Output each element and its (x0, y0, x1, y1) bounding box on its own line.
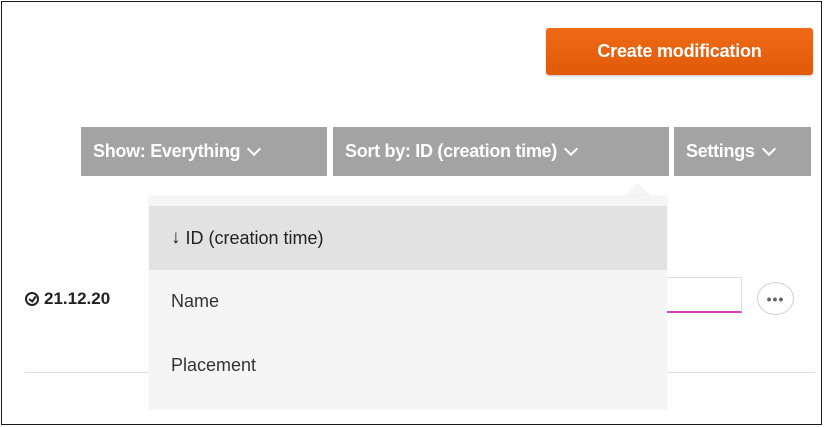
sort-option-label: Placement (171, 354, 257, 375)
chevron-down-icon (563, 141, 579, 157)
sort-by-dropdown[interactable]: Sort by: ID (creation time) (333, 127, 669, 176)
sort-option-label: ID (creation time) (185, 227, 324, 248)
chevron-down-icon (761, 141, 776, 157)
row-text-input[interactable] (660, 277, 742, 313)
dropdown-pointer (625, 183, 651, 196)
create-modification-label: Create modification (597, 41, 762, 61)
more-icon: ••• (766, 290, 785, 307)
show-filter-label: Show: Everything (93, 141, 241, 161)
settings-label: Settings (686, 141, 755, 161)
sort-option-placement[interactable]: Placement (149, 340, 667, 390)
modification-timestamp: 21.12.20 (25, 289, 110, 309)
show-filter-dropdown[interactable]: Show: Everything (81, 127, 327, 176)
sort-option-label: Name (171, 290, 220, 311)
sort-options-menu: ↓ ID (creation time) Name Placement (149, 196, 667, 409)
sort-option-name[interactable]: Name (149, 276, 667, 326)
chevron-down-icon (247, 141, 262, 157)
settings-dropdown[interactable]: Settings (674, 127, 811, 176)
sort-by-label: Sort by: ID (creation time) (345, 141, 557, 161)
more-options-button[interactable]: ••• (757, 282, 794, 315)
timestamp-text: 21.12.20 (44, 289, 111, 308)
arrow-down-icon: ↓ (171, 227, 181, 248)
create-modification-button[interactable]: Create modification (546, 28, 813, 75)
clock-icon (25, 292, 39, 306)
sort-option-id[interactable]: ↓ ID (creation time) (149, 206, 667, 270)
